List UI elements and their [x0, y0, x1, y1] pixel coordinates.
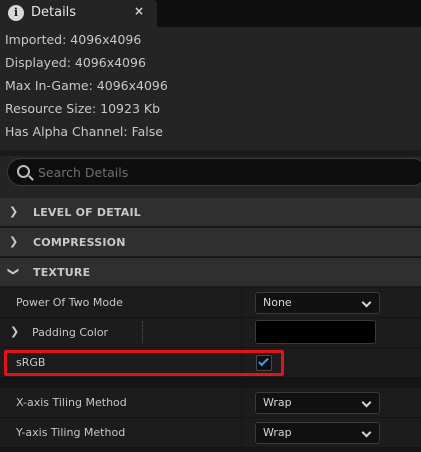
- chevron-down-icon: [361, 297, 372, 308]
- chevron-down-icon: [361, 397, 372, 408]
- search-icon: [17, 165, 30, 178]
- info-has-alpha: Has Alpha Channel: False: [5, 124, 163, 139]
- property-label: Y-axis Tiling Method: [16, 426, 126, 439]
- column-divider[interactable]: [241, 418, 242, 448]
- chevron-down-icon: ❯: [7, 266, 21, 277]
- y-tiling-combo[interactable]: Wrap: [255, 422, 380, 444]
- x-tiling-combo[interactable]: Wrap: [255, 392, 380, 414]
- close-icon[interactable]: ×: [134, 4, 144, 18]
- annotation-highlight-box: [4, 350, 284, 376]
- info-resource-size: Resource Size: 10923 Kb: [5, 101, 161, 116]
- property-label: Power Of Two Mode: [16, 296, 123, 309]
- category-label: COMPRESSION: [33, 236, 126, 249]
- column-divider[interactable]: [241, 288, 242, 318]
- info-max-in-game: Max In-Game: 4096x4096: [5, 78, 168, 93]
- combo-value: None: [263, 296, 292, 309]
- combo-value: Wrap: [263, 426, 292, 439]
- column-divider[interactable]: [241, 388, 242, 418]
- chevron-down-icon: [361, 427, 372, 438]
- info-displayed: Displayed: 4096x4096: [5, 55, 146, 70]
- chevron-right-icon: ❯: [9, 235, 19, 248]
- padding-color-swatch[interactable]: [255, 320, 376, 344]
- chevron-right-icon: ❯: [9, 205, 19, 218]
- property-x-axis-tiling: X-axis Tiling Method Wrap: [0, 388, 421, 418]
- category-texture[interactable]: ❯ TEXTURE: [0, 258, 421, 287]
- combo-value: Wrap: [263, 396, 292, 409]
- power-of-two-combo[interactable]: None: [255, 292, 380, 314]
- search-input[interactable]: [38, 162, 398, 182]
- tab-details[interactable]: i Details ×: [0, 0, 157, 27]
- property-padding-color: ❯ Padding Color: [0, 318, 421, 348]
- search-area: [0, 156, 421, 202]
- property-label: X-axis Tiling Method: [16, 396, 127, 409]
- texture-info-panel: Imported: 4096x4096 Displayed: 4096x4096…: [0, 27, 421, 150]
- property-power-of-two-mode: Power Of Two Mode None: [0, 288, 421, 318]
- search-box[interactable]: [7, 158, 421, 186]
- chevron-right-icon[interactable]: ❯: [10, 325, 19, 338]
- tab-title: Details: [31, 5, 77, 20]
- property-label: Padding Color: [32, 326, 109, 339]
- category-compression[interactable]: ❯ COMPRESSION: [0, 228, 421, 257]
- property-y-axis-tiling: Y-axis Tiling Method Wrap: [0, 418, 421, 448]
- tab-bar: i Details ×: [0, 0, 421, 27]
- category-level-of-detail[interactable]: ❯ LEVEL OF DETAIL: [0, 198, 421, 227]
- category-label: LEVEL OF DETAIL: [33, 206, 141, 219]
- splitter-handle[interactable]: [142, 321, 143, 343]
- info-imported: Imported: 4096x4096: [5, 32, 142, 47]
- column-divider[interactable]: [241, 318, 242, 348]
- info-icon: i: [8, 5, 24, 21]
- category-label: TEXTURE: [33, 266, 91, 279]
